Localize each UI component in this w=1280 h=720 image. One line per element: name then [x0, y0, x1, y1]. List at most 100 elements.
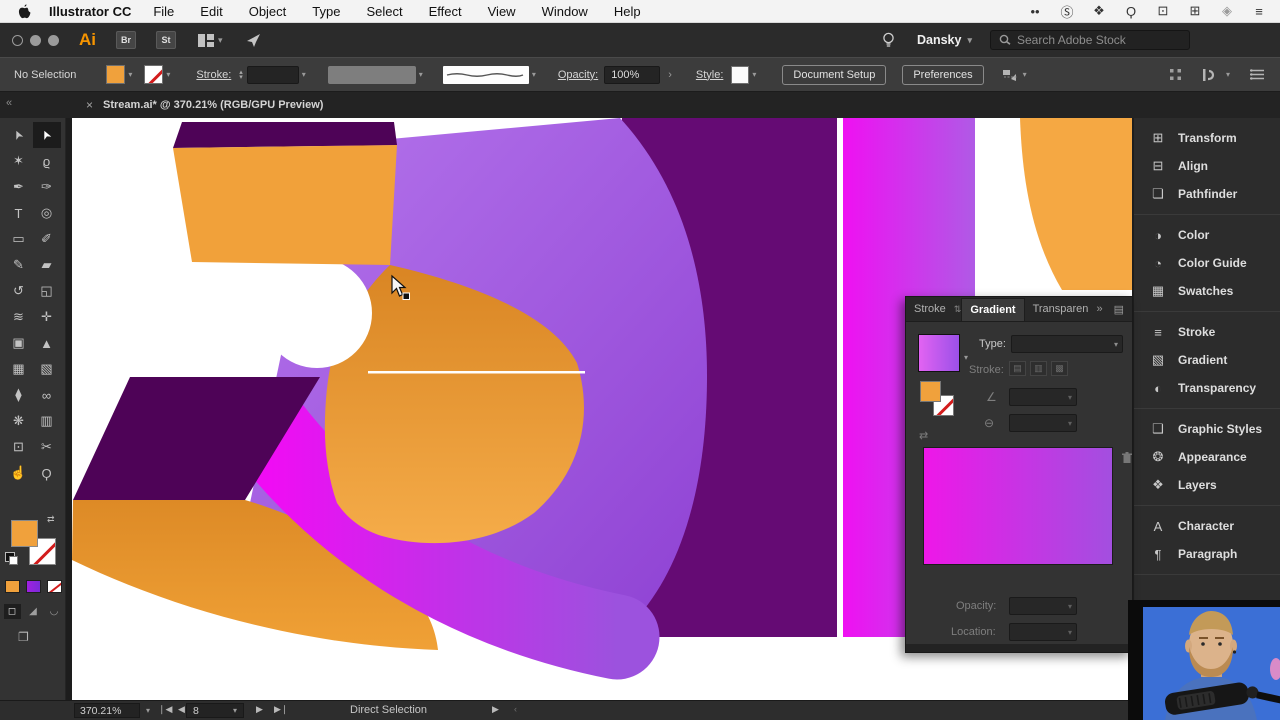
app-name[interactable]: Illustrator CC [49, 4, 131, 19]
opacity-dropdown[interactable]: ▾ [1009, 597, 1077, 615]
change-screen-mode-icon[interactable]: ❐ [18, 630, 29, 644]
app-grid-icon[interactable]: ⊞ [1188, 3, 1202, 19]
column-graph-tool[interactable]: ▥ [33, 408, 61, 434]
dock-item-color[interactable]: ◑ Color [1134, 221, 1280, 249]
gradient-slider[interactable] [923, 447, 1113, 565]
panel-menu-icon[interactable]: ▤ [1114, 303, 1124, 316]
swap-fill-stroke-icon[interactable]: ⇄ [47, 514, 55, 525]
shaper-tool[interactable]: ✎ [5, 252, 33, 278]
chevron-down-icon[interactable]: ▾ [166, 70, 170, 79]
default-fill-stroke-icon[interactable] [5, 552, 18, 565]
fill-indicator[interactable] [11, 520, 38, 547]
opacity-label[interactable]: Opacity: [558, 69, 598, 81]
gradient-tool[interactable]: ▧ [33, 356, 61, 382]
touch-workspace-icon[interactable] [1169, 68, 1182, 81]
chevron-down-icon[interactable]: ▾ [146, 706, 150, 715]
dock-item-layers[interactable]: ❖ Layers [1134, 471, 1280, 499]
gradient-type-dropdown[interactable]: ▾ [1011, 335, 1123, 353]
stock-button[interactable]: St [156, 31, 176, 49]
menu-item-help[interactable]: Help [614, 4, 641, 19]
status-expand-icon[interactable]: ▶ [492, 704, 499, 715]
chevron-down-icon[interactable]: ▾ [532, 70, 536, 79]
menu-item-type[interactable]: Type [312, 4, 340, 19]
chevron-down-icon[interactable]: ▾ [964, 353, 968, 362]
minimize-window-button[interactable] [30, 34, 41, 46]
hand-tool[interactable]: ☝ [5, 460, 33, 486]
gpu-performance-icon[interactable] [245, 33, 262, 48]
opacity-expand-icon[interactable]: › [668, 69, 672, 81]
curvature-tool[interactable]: ✑ [33, 174, 61, 200]
collapse-panels-icon[interactable]: « [6, 97, 12, 109]
previous-artboard-icon[interactable]: ◀ [178, 704, 185, 715]
stroke-color-swatch[interactable] [144, 65, 164, 84]
gradient-fill-proxy[interactable] [920, 381, 941, 402]
menu-item-select[interactable]: Select [366, 4, 402, 19]
more-dots-icon[interactable]: •• [1028, 4, 1042, 19]
chevron-down-icon[interactable]: ▾ [752, 70, 756, 79]
style-swatch[interactable] [731, 65, 750, 84]
stroke-gradient-along-icon[interactable]: ▥ [1030, 361, 1047, 376]
draw-inside-icon[interactable]: ◡ [46, 604, 63, 619]
siri-icon[interactable]: ◈ [1220, 3, 1234, 19]
blend-tool[interactable]: ∞ [33, 382, 61, 408]
angle-dropdown[interactable]: ▾ [1009, 388, 1077, 406]
menu-item-window[interactable]: Window [542, 4, 588, 19]
last-artboard-icon[interactable]: ▶❘ [274, 704, 288, 715]
gradient-button[interactable] [25, 580, 41, 593]
selection-tool[interactable]: ➤ [5, 122, 33, 148]
symbol-sprayer-tool[interactable]: ❋ [5, 408, 33, 434]
color-button[interactable] [4, 580, 20, 593]
eyedropper-tool[interactable]: ⧫ [5, 382, 33, 408]
eraser-tool[interactable]: ▰ [33, 252, 61, 278]
width-tool[interactable]: ≋ [5, 304, 33, 330]
preferences-button[interactable]: Preferences [902, 64, 984, 85]
menu-item-file[interactable]: File [153, 4, 174, 19]
zoom-window-button[interactable] [48, 34, 59, 46]
draw-normal-icon[interactable]: ◻ [3, 604, 21, 619]
variable-width-profile-dropdown[interactable] [442, 65, 529, 84]
tab-stroke[interactable]: Stroke [906, 298, 954, 320]
menu-item-object[interactable]: Object [249, 4, 287, 19]
dock-item-pathfinder[interactable]: ❏ Pathfinder [1134, 180, 1280, 208]
notification-center-icon[interactable]: ≡ [1252, 4, 1266, 19]
expand-panel-icon[interactable]: » [1096, 303, 1103, 315]
dock-item-appearance[interactable]: ❂ Appearance [1134, 443, 1280, 471]
dock-item-swatches[interactable]: ▦ Swatches [1134, 277, 1280, 305]
display-icon[interactable]: ⊡ [1156, 3, 1170, 19]
dock-item-stroke[interactable]: ≡ Stroke [1134, 318, 1280, 346]
rectangle-tool[interactable]: ▭ [5, 226, 33, 252]
dock-item-gradient[interactable]: ▧ Gradient [1134, 346, 1280, 374]
document-setup-button[interactable]: Document Setup [782, 64, 887, 85]
bridge-button[interactable]: Br [116, 31, 136, 49]
spiral-tool[interactable]: ◎ [33, 200, 61, 226]
next-artboard-icon[interactable]: ▶ [256, 704, 263, 715]
dock-item-transform[interactable]: ⊞ Transform [1134, 124, 1280, 152]
mesh-tool[interactable]: ▦ [5, 356, 33, 382]
type-tool[interactable]: T [5, 200, 33, 226]
dock-item-color-guide[interactable]: ◔ Color Guide [1134, 249, 1280, 277]
document-tab[interactable]: × Stream.ai* @ 370.21% (RGB/GPU Preview) [72, 92, 337, 118]
close-window-button[interactable] [12, 34, 23, 46]
scale-tool[interactable]: ◱ [33, 278, 61, 304]
free-transform-tool[interactable]: ✛ [33, 304, 61, 330]
aspect-ratio-dropdown[interactable]: ▾ [1009, 414, 1077, 432]
zoom-level-dropdown[interactable]: 370.21% [74, 703, 140, 718]
delete-stop-icon[interactable] [1122, 452, 1132, 464]
direct-selection-tool[interactable]: ➤ [32, 122, 61, 148]
chevron-down-icon[interactable]: ▾ [302, 70, 306, 79]
artboard-navigation-dropdown[interactable]: 8 ▾ [186, 703, 244, 718]
style-label[interactable]: Style: [696, 69, 724, 81]
adobe-stock-search[interactable]: Search Adobe Stock [990, 30, 1190, 50]
stroke-gradient-across-icon[interactable]: ▩ [1051, 361, 1068, 376]
stroke-weight-value[interactable] [246, 65, 299, 84]
stroke-weight-stepper[interactable]: ▴ ▾ [239, 69, 243, 81]
first-artboard-icon[interactable]: ❘◀ [158, 704, 172, 715]
draw-behind-icon[interactable]: ◢ [25, 604, 42, 619]
account-menu[interactable]: Dansky ▾ [917, 33, 972, 47]
slice-tool[interactable]: ✂ [33, 434, 61, 460]
menu-item-edit[interactable]: Edit [200, 4, 222, 19]
magic-wand-tool[interactable]: ✶ [5, 148, 33, 174]
scroll-left-icon[interactable]: ‹ [514, 704, 517, 714]
align-options-icon[interactable]: ▾ [1002, 68, 1027, 82]
rotate-tool[interactable]: ↺ [5, 278, 33, 304]
